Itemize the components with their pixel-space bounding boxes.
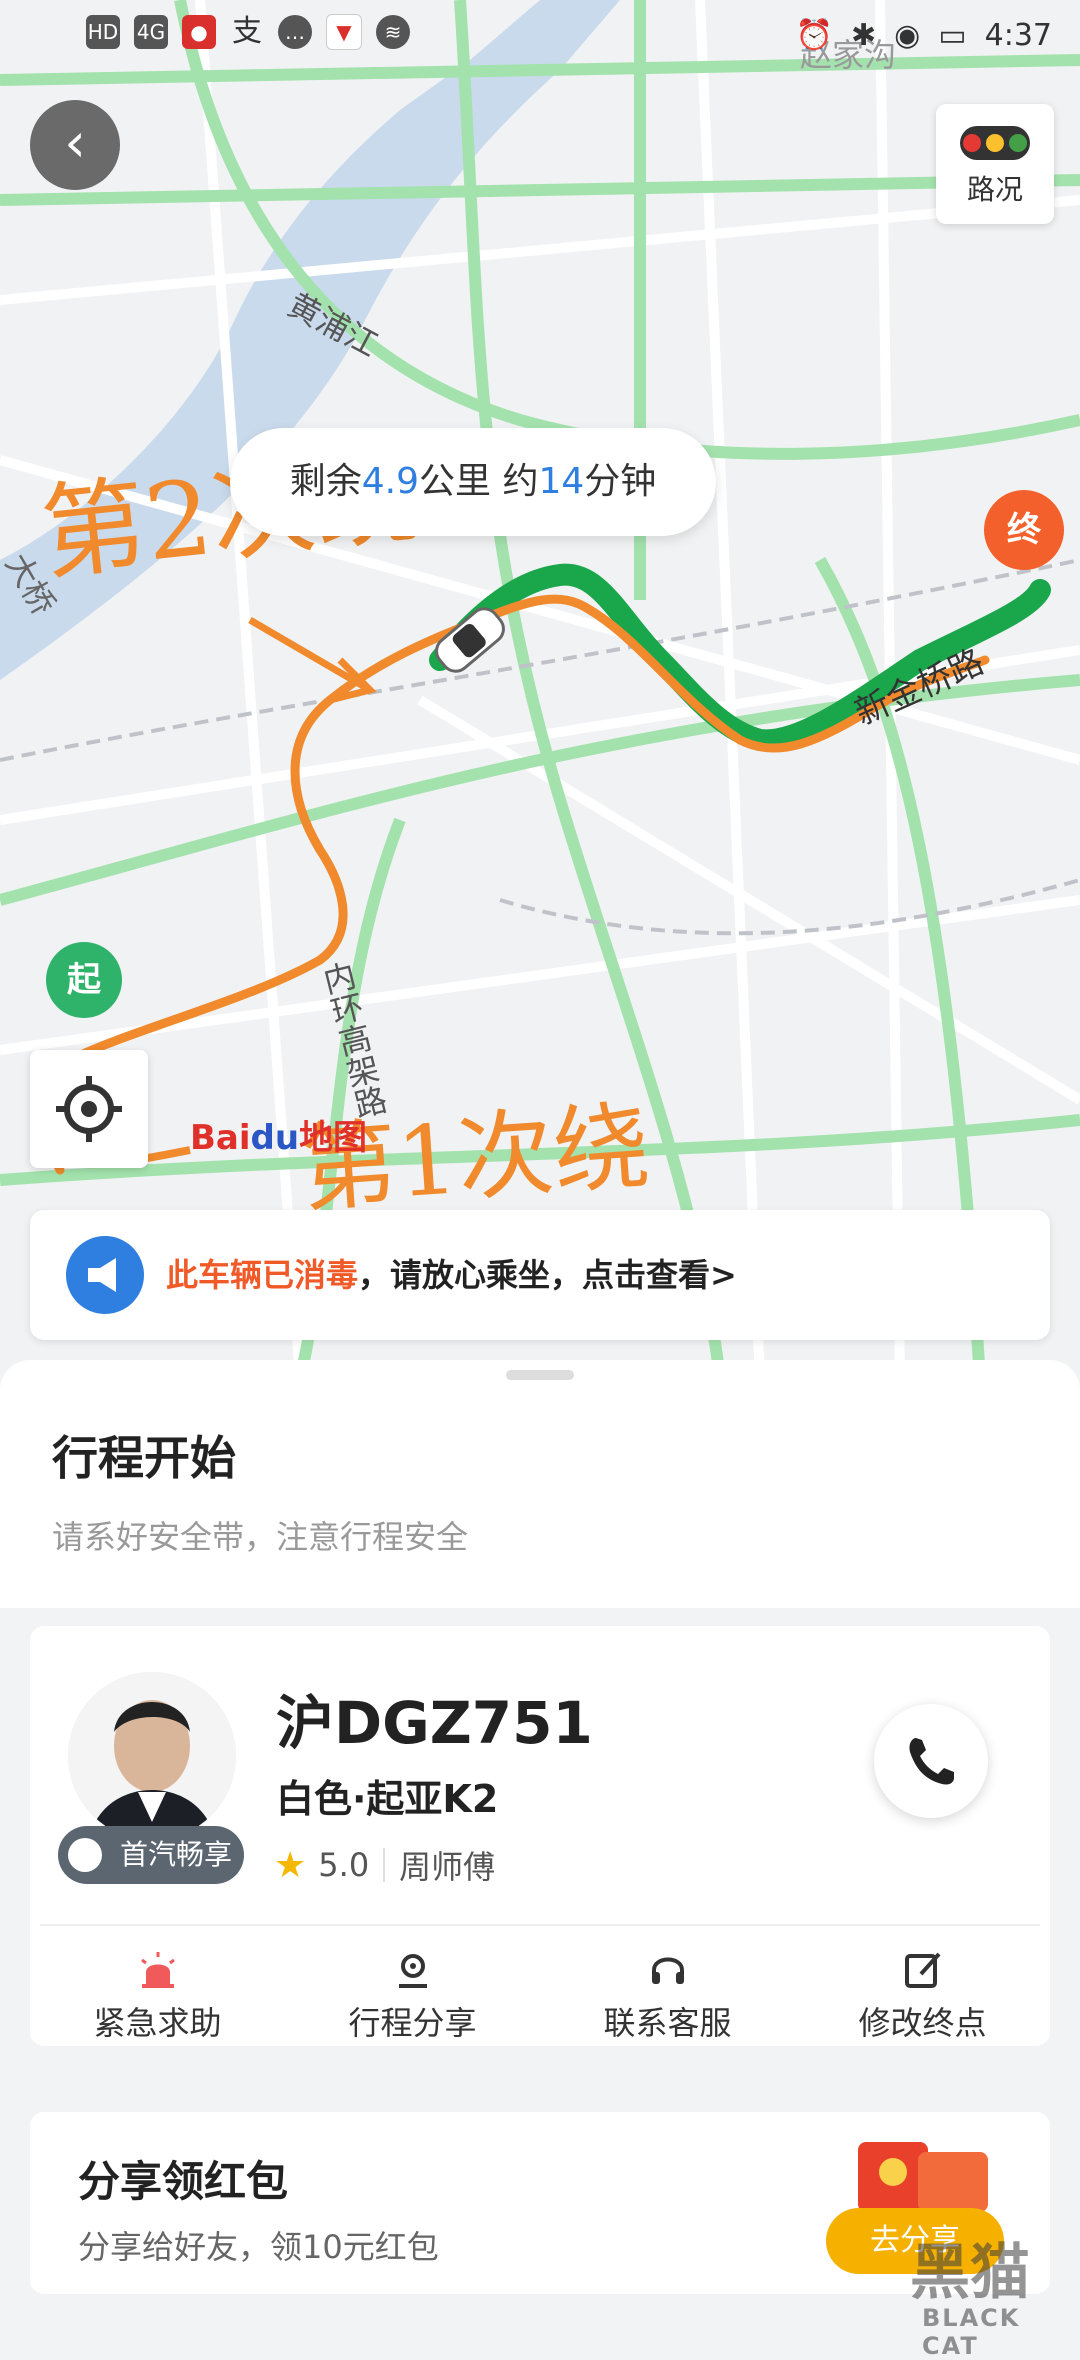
traffic-light-icon — [960, 126, 1030, 160]
phone-icon — [909, 1738, 954, 1785]
eta-bubble: 剩余4.9公里 约14分钟 — [230, 428, 716, 536]
driver-card: 首汽畅享 沪DGZ751 白色·起亚K2 ★ 5.0 周师傅 紧急求助 行程分享 — [30, 1626, 1050, 2046]
share-subtitle: 分享给好友，领10元红包 — [78, 2228, 439, 2266]
change-destination-button[interactable]: 修改终点 — [795, 1934, 1050, 2044]
map-view[interactable]: 第2次绕 第1次绕 黄浦江 新金桥路 内环高架路 赵家沟 大桥 HD 4G ● … — [0, 0, 1080, 1380]
emergency-help-label: 紧急求助 — [93, 2004, 222, 2042]
watermark-small-text: BLACK CAT — [922, 2304, 1021, 2360]
eta-distance: 4.9 — [361, 461, 419, 502]
brand-logo-icon — [68, 1838, 102, 1872]
license-plate: 沪DGZ751 — [276, 1689, 593, 1757]
trip-title: 行程开始 — [52, 1431, 236, 1485]
brand-tag-label: 首汽畅享 — [119, 1838, 232, 1871]
headset-icon — [651, 1957, 684, 1984]
change-destination-label: 修改终点 — [858, 2004, 987, 2042]
eta-minutes: 14 — [538, 461, 585, 502]
traffic-label: 路况 — [966, 173, 1023, 206]
map-pin-icon: ▼ — [326, 14, 362, 50]
clock-time: 4:37 — [984, 18, 1052, 53]
rating-divider — [383, 1848, 386, 1882]
trip-bottom-sheet: 行程开始 请系好安全带，注意行程安全 首汽畅享 沪DGZ751 白色·起亚K2 … — [0, 1360, 1080, 2340]
banner-body: ，请放心乘坐，点击查看> — [358, 1256, 737, 1294]
sound-icon: ≋ — [376, 15, 410, 49]
chat-icon: … — [278, 15, 312, 49]
eta-minutes-unit: 分钟 — [584, 461, 657, 502]
baidu-map-logo: Baidu地图 — [190, 1110, 367, 1159]
back-button[interactable]: ‹ — [30, 100, 120, 190]
driver-avatar[interactable] — [68, 1672, 236, 1840]
eta-prefix: 剩余 — [289, 461, 362, 502]
megaphone-icon — [66, 1236, 144, 1314]
star-icon: ★ — [274, 1844, 307, 1886]
trip-status-section: 行程开始 请系好安全带，注意行程安全 — [0, 1360, 1080, 1608]
traffic-toggle-button[interactable]: 路况 — [936, 104, 1054, 224]
crosshair-icon — [56, 1076, 122, 1142]
banner-text: 此车辆已消毒，请放心乘坐，点击查看> — [166, 1210, 737, 1340]
chevron-left-icon: ‹ — [64, 111, 86, 174]
alipay-icon: 支 — [232, 14, 262, 49]
status-bar: HD 4G ● 支 … ▼ ≋ ⏰ ✱ ◉ ▭ 4:37 — [0, 0, 1080, 80]
eta-distance-unit: 公里 约 — [419, 461, 539, 502]
contact-support-label: 联系客服 — [603, 2004, 732, 2042]
trip-subtitle: 请系好安全带，注意行程安全 — [52, 1518, 469, 1556]
hd-icon: HD — [86, 15, 120, 49]
mic-icon: ● — [182, 15, 216, 49]
share-title: 分享领红包 — [78, 2157, 289, 2206]
trip-actions: 紧急求助 行程分享 联系客服 修改终点 — [30, 1934, 1050, 2044]
share-trip-label: 行程分享 — [348, 2004, 477, 2042]
watermark-big-text: 黑猫 — [910, 2238, 1030, 2308]
driver-rating: 5.0 — [318, 1846, 370, 1884]
call-driver-button[interactable] — [874, 1704, 988, 1818]
driver-rating-row: ★ 5.0 周师傅 — [274, 1842, 495, 1888]
edit-icon — [904, 1952, 940, 1988]
end-marker-label: 终 — [984, 490, 1064, 570]
driver-name: 周师傅 — [399, 1848, 496, 1886]
car-description: 白色·起亚K2 — [276, 1777, 499, 1821]
banner-highlight: 此车辆已消毒 — [166, 1256, 359, 1294]
signal-icon: 4G — [134, 15, 168, 49]
status-icons-right: ⏰ ✱ ◉ ▭ 4:37 — [796, 18, 1052, 53]
location-share-icon — [398, 1954, 427, 1988]
status-icons-left: HD 4G ● 支 … ▼ ≋ — [86, 14, 410, 50]
battery-icon: ▭ — [938, 18, 967, 53]
emergency-help-button[interactable]: 紧急求助 — [30, 1934, 285, 2044]
share-trip-button[interactable]: 行程分享 — [285, 1934, 540, 2044]
baidu-paw-icon: du — [250, 1118, 300, 1158]
alarm-clock-icon: ⏰ — [795, 18, 833, 53]
brand-tag: 首汽畅享 — [58, 1826, 244, 1884]
baidu-logo-text: Bai — [190, 1118, 251, 1158]
start-marker-label: 起 — [46, 942, 122, 1018]
locate-me-button[interactable] — [30, 1050, 148, 1168]
card-divider — [40, 1924, 1040, 1926]
drag-handle[interactable] — [506, 1370, 574, 1380]
blackcat-watermark: 黑猫 BLACK CAT — [800, 2224, 1070, 2360]
contact-support-button[interactable]: 联系客服 — [540, 1934, 795, 2044]
baidu-logo-suffix: 地图 — [299, 1118, 368, 1158]
location-icon: ◉ — [894, 18, 921, 53]
end-marker: 终 — [984, 490, 1064, 580]
disinfection-banner[interactable]: 此车辆已消毒，请放心乘坐，点击查看> — [30, 1210, 1050, 1340]
start-marker: 起 — [46, 942, 122, 1032]
alarm-icon — [140, 1952, 175, 1988]
bluetooth-icon: ✱ — [850, 18, 877, 53]
